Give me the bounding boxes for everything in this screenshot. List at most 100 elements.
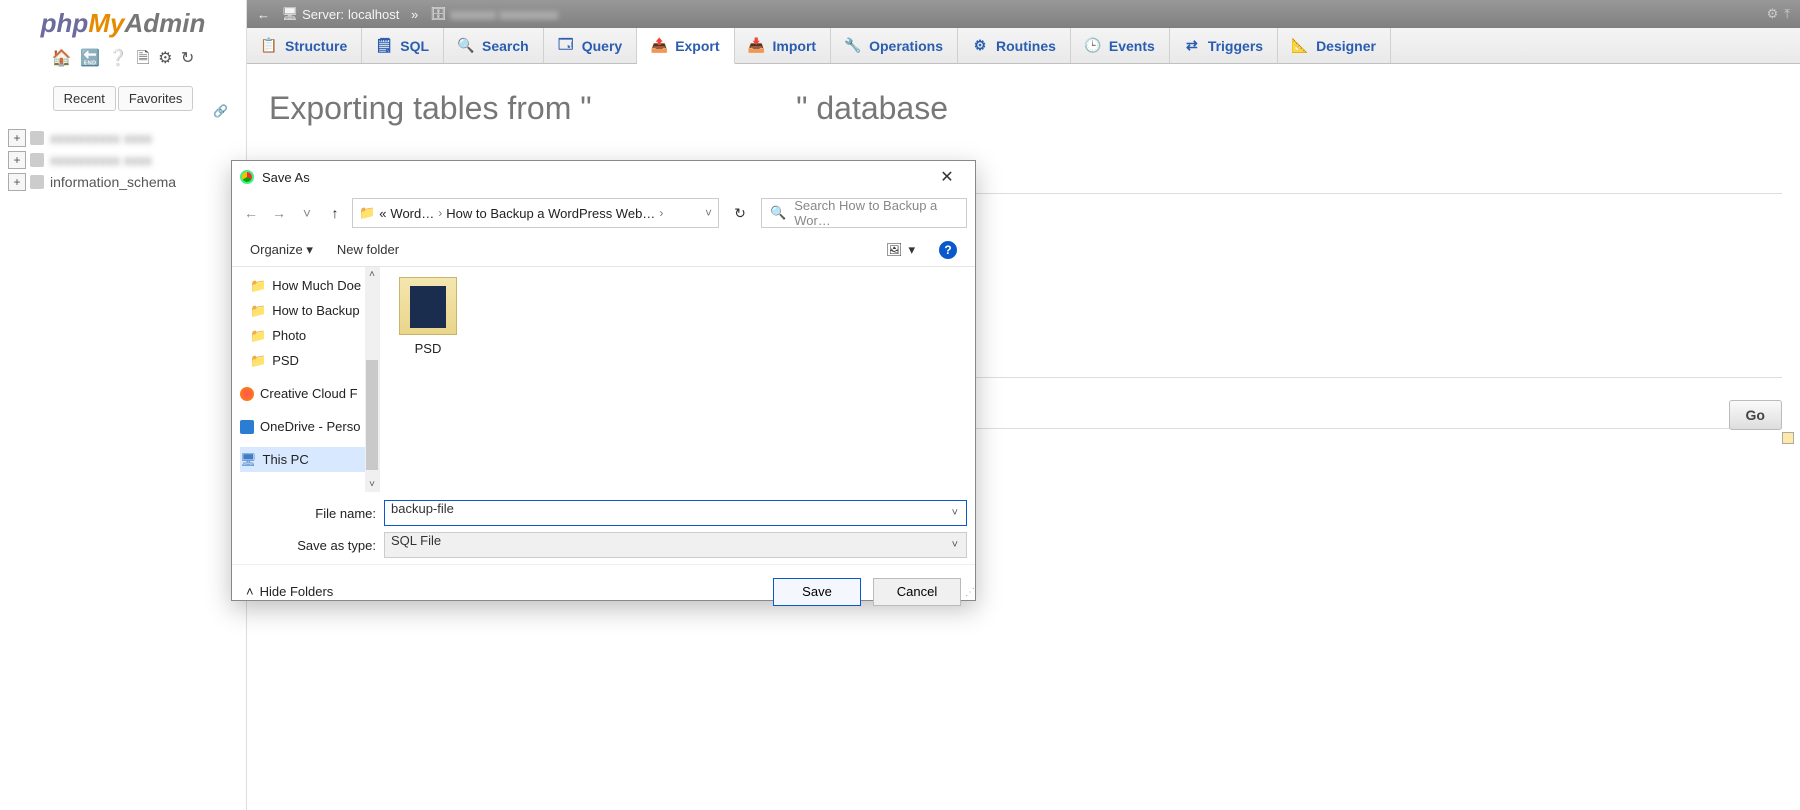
- chevron-down-icon: ▾: [908, 242, 915, 258]
- chevron-down-icon[interactable]: ˅: [705, 206, 712, 220]
- folder-icon: 📁: [250, 328, 266, 344]
- close-button[interactable]: ✕: [927, 161, 967, 193]
- tab-export[interactable]: 📤Export: [637, 28, 734, 64]
- search-placeholder: Search How to Backup a Wor…: [794, 198, 958, 228]
- tab-routines[interactable]: ⚙Routines: [958, 28, 1071, 63]
- filename-input[interactable]: backup-file ˅: [384, 500, 967, 526]
- recent-dropdown[interactable]: ˅: [296, 205, 318, 221]
- page-title: Exporting tables from " " database: [247, 64, 1800, 137]
- database-icon: [30, 175, 44, 189]
- scroll-down-icon[interactable]: ˅: [369, 477, 375, 492]
- scrollbar[interactable]: ˄ ˅: [365, 267, 379, 492]
- tab-sql[interactable]: 🗒SQL: [362, 28, 444, 63]
- home-icon[interactable]: 🏠: [52, 50, 72, 67]
- tree-item[interactable]: 📁Photo: [250, 323, 379, 348]
- collapse-icon[interactable]: ⤒: [1784, 6, 1790, 22]
- hide-folders-toggle[interactable]: ˄ Hide Folders: [246, 584, 333, 599]
- sql-icon: 🗒: [376, 38, 392, 54]
- save-button[interactable]: Save: [773, 578, 861, 606]
- docs-icon[interactable]: ❔: [108, 50, 128, 67]
- logout-icon[interactable]: 🔚: [80, 50, 100, 67]
- expand-icon[interactable]: +: [8, 151, 26, 169]
- sidebar-tab-favorites[interactable]: Favorites: [118, 86, 193, 111]
- settings-icon[interactable]: ⚙: [158, 50, 172, 67]
- chevron-down-icon[interactable]: ˅: [952, 507, 958, 519]
- sql-icon[interactable]: 🗎: [137, 50, 150, 67]
- tab-query[interactable]: 🗔Query: [544, 28, 637, 63]
- up-button[interactable]: ↑: [324, 205, 346, 221]
- reload-icon[interactable]: ↻: [181, 50, 194, 67]
- tab-triggers[interactable]: ⇄Triggers: [1170, 28, 1278, 63]
- file-name: PSD: [394, 341, 462, 356]
- view-menu[interactable]: 🖼 ▾: [886, 242, 915, 258]
- resize-grip-icon[interactable]: ⋰: [965, 587, 973, 598]
- scroll-thumb[interactable]: [366, 360, 378, 470]
- db-tree-item[interactable]: + xxxxxxxxxx xxxx: [8, 149, 240, 171]
- database-icon: [30, 131, 44, 145]
- chevron-right-icon: ›: [659, 206, 663, 220]
- creative-cloud-icon: [240, 387, 254, 401]
- tree-item[interactable]: 📁How to Backup: [250, 298, 379, 323]
- help-button[interactable]: ?: [939, 241, 957, 259]
- tree-item-creative-cloud[interactable]: Creative Cloud F: [240, 381, 379, 406]
- tree-item[interactable]: 📁PSD: [250, 348, 379, 373]
- search-icon: 🔍: [770, 205, 786, 221]
- tab-import[interactable]: 📥Import: [735, 28, 832, 63]
- phpmyadmin-logo[interactable]: phpMyAdmin: [0, 0, 246, 43]
- sidebar-tab-recent[interactable]: Recent: [53, 86, 116, 111]
- path-breadcrumb[interactable]: 📁 « Word… › How to Backup a WordPress We…: [352, 198, 719, 228]
- tab-events[interactable]: 🕒Events: [1071, 28, 1170, 63]
- folder-icon: 📁: [359, 205, 375, 221]
- tab-operations[interactable]: 🔧Operations: [831, 28, 958, 63]
- bookmark-icon[interactable]: [1782, 432, 1794, 444]
- cancel-button[interactable]: Cancel: [873, 578, 961, 606]
- chevron-down-icon: ▾: [306, 242, 313, 257]
- organize-menu[interactable]: Organize ▾: [250, 242, 313, 258]
- refresh-button[interactable]: ↻: [725, 198, 755, 228]
- dialog-folder-tree: 📁How Much Doe 📁How to Backup 📁Photo 📁PSD…: [232, 267, 380, 492]
- triggers-icon: ⇄: [1184, 38, 1200, 54]
- events-icon: 🕒: [1085, 38, 1101, 54]
- expand-icon[interactable]: +: [8, 173, 26, 191]
- toggle-panel-icon[interactable]: ←: [257, 7, 270, 22]
- structure-icon: 📋: [261, 38, 277, 54]
- tab-structure[interactable]: 📋Structure: [247, 28, 362, 63]
- crumb-overflow[interactable]: «: [379, 206, 386, 221]
- file-item[interactable]: PsPSD PSD: [394, 277, 462, 356]
- link-icon[interactable]: 🔗: [213, 104, 228, 118]
- tab-designer[interactable]: 📐Designer: [1278, 28, 1391, 63]
- scroll-up-icon[interactable]: ˄: [369, 267, 375, 282]
- expand-icon[interactable]: +: [8, 129, 26, 147]
- db-tree-item[interactable]: + information_schema: [8, 171, 240, 193]
- tree-item[interactable]: 📁How Much Doe: [250, 273, 379, 298]
- tree-item-this-pc[interactable]: 🖥This PC: [240, 447, 379, 472]
- breadcrumb-server-value[interactable]: localhost: [348, 7, 399, 22]
- db-tree: + xxxxxxxxxx xxxx + xxxxxxxxxx xxxx + in…: [0, 121, 246, 193]
- tab-search[interactable]: 🔍Search: [444, 28, 544, 63]
- crumb-segment[interactable]: How to Backup a WordPress Web…: [446, 206, 655, 221]
- go-button[interactable]: Go: [1729, 400, 1782, 430]
- back-button[interactable]: ←: [240, 205, 262, 221]
- gear-icon[interactable]: ⚙: [1767, 6, 1779, 22]
- tree-item-onedrive[interactable]: OneDrive - Perso: [240, 414, 379, 439]
- new-folder-button[interactable]: New folder: [337, 242, 399, 257]
- breadcrumb-sep: »: [411, 7, 418, 22]
- import-icon: 📥: [749, 38, 765, 54]
- dialog-title: Save As: [262, 170, 310, 185]
- file-list[interactable]: PsPSD PSD: [380, 267, 975, 492]
- forward-button[interactable]: →: [268, 205, 290, 221]
- breadcrumb-db-name[interactable]: xxxxxxx xxxxxxxxx: [450, 7, 558, 22]
- search-input[interactable]: 🔍 Search How to Backup a Wor…: [761, 198, 967, 228]
- main-tabs: 📋Structure 🗒SQL 🔍Search 🗔Query 📤Export 📥…: [247, 28, 1800, 64]
- breadcrumb: ← 🖥 Server: localhost » 🗄 xxxxxxx xxxxxx…: [247, 0, 1800, 28]
- save-as-dialog: Save As ✕ ← → ˅ ↑ 📁 « Word… › How to Bac…: [231, 160, 976, 601]
- this-pc-icon: 🖥: [240, 452, 257, 468]
- save-type-select[interactable]: SQL File ˅: [384, 532, 967, 558]
- db-tree-item[interactable]: + xxxxxxxxxx xxxx: [8, 127, 240, 149]
- database-icon: 🗄: [430, 6, 447, 22]
- search-icon: 🔍: [458, 38, 474, 54]
- db-name: xxxxxxxxxx xxxx: [50, 152, 152, 168]
- chevron-down-icon[interactable]: ˅: [952, 539, 958, 551]
- folder-icon: 📁: [250, 353, 266, 369]
- crumb-segment[interactable]: Word…: [390, 206, 434, 221]
